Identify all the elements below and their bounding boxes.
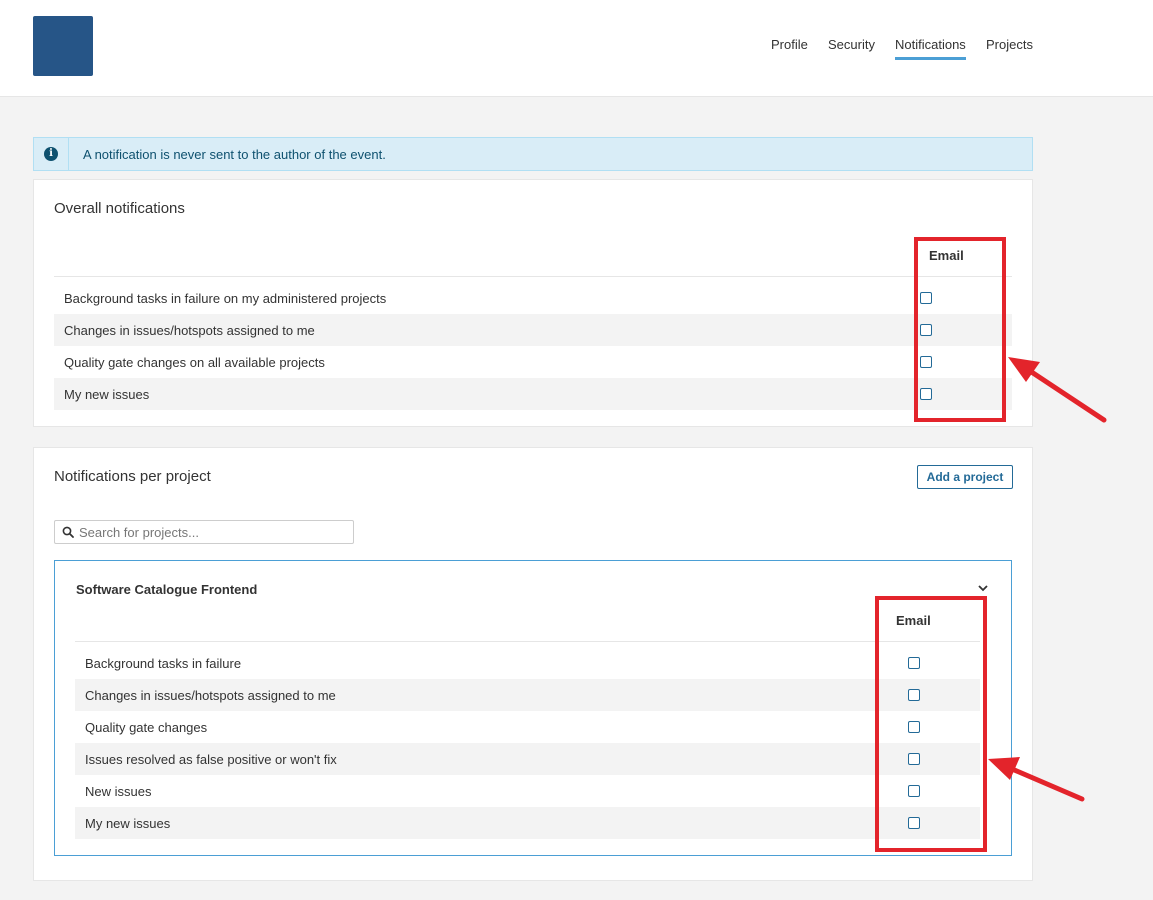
project-row-false-positive: Issues resolved as false positive or won… [75,743,980,775]
top-bar: Profile Security Notifications Projects [0,0,1153,97]
overall-row-label: Background tasks in failure on my admini… [64,291,387,306]
overall-notifications-card: Overall notifications Email Background t… [33,179,1033,427]
overall-row-label: Changes in issues/hotspots assigned to m… [64,323,315,338]
project-search-box [54,520,354,544]
project-row-label: Quality gate changes [85,720,208,735]
project-row-background-tasks: Background tasks in failure [75,647,980,679]
nav-tab-security[interactable]: Security [828,37,875,57]
project-row-quality-gate: Quality gate changes [75,711,980,743]
overall-notifications-title: Overall notifications [54,200,185,217]
overall-row-my-new-issues: My new issues [54,378,1012,410]
per-project-title: Notifications per project [54,468,211,485]
nav-tab-projects[interactable]: Projects [986,37,1033,57]
overall-row-changes-assigned: Changes in issues/hotspots assigned to m… [54,314,1012,346]
info-icon-box: i [34,138,69,170]
project-row-label: Issues resolved as false positive or won… [85,752,337,767]
project-row-new-issues: New issues [75,775,980,807]
nav-tab-profile[interactable]: Profile [771,37,808,57]
overall-header-divider [54,276,1012,277]
info-circle-icon: i [44,147,58,161]
project-email-checkbox-new-issues[interactable] [908,785,920,797]
overall-row-label: Quality gate changes on all available pr… [64,355,325,370]
overall-email-checkbox-background-tasks[interactable] [920,292,932,304]
overall-email-checkbox-quality-gate[interactable] [920,356,932,368]
project-name: Software Catalogue Frontend [76,582,258,597]
overall-email-column-header: Email [929,248,964,263]
project-row-label: Changes in issues/hotspots assigned to m… [85,688,336,703]
info-alert-text: A notification is never sent to the auth… [83,147,386,162]
add-project-button[interactable]: Add a project [917,465,1013,489]
overall-email-checkbox-changes-assigned[interactable] [920,324,932,336]
project-email-checkbox-changes-assigned[interactable] [908,689,920,701]
overall-row-quality-gate: Quality gate changes on all available pr… [54,346,1012,378]
project-row-label: Background tasks in failure [85,656,242,671]
project-header-divider [75,641,980,642]
project-notifications-box: Software Catalogue Frontend Email Backgr… [54,560,1012,856]
project-row-label: New issues [85,784,152,799]
project-email-checkbox-my-new-issues[interactable] [908,817,920,829]
info-alert: i A notification is never sent to the au… [33,137,1033,171]
project-email-checkbox-background-tasks[interactable] [908,657,920,669]
project-email-checkbox-false-positive[interactable] [908,753,920,765]
overall-row-label: My new issues [64,387,150,402]
chevron-down-icon[interactable] [977,583,989,593]
search-icon [62,526,74,538]
project-row-label: My new issues [85,816,171,831]
project-search-input[interactable] [79,522,349,542]
overall-email-checkbox-my-new-issues[interactable] [920,388,932,400]
project-row-changes-assigned: Changes in issues/hotspots assigned to m… [75,679,980,711]
overall-row-background-tasks: Background tasks in failure on my admini… [54,282,1012,314]
project-row-my-new-issues: My new issues [75,807,980,839]
per-project-notifications-card: Notifications per project Add a project … [33,447,1033,881]
nav-tab-notifications[interactable]: Notifications [895,37,966,60]
project-email-checkbox-quality-gate[interactable] [908,721,920,733]
project-email-column-header: Email [896,613,931,628]
account-nav: Profile Security Notifications Projects [0,37,1153,61]
